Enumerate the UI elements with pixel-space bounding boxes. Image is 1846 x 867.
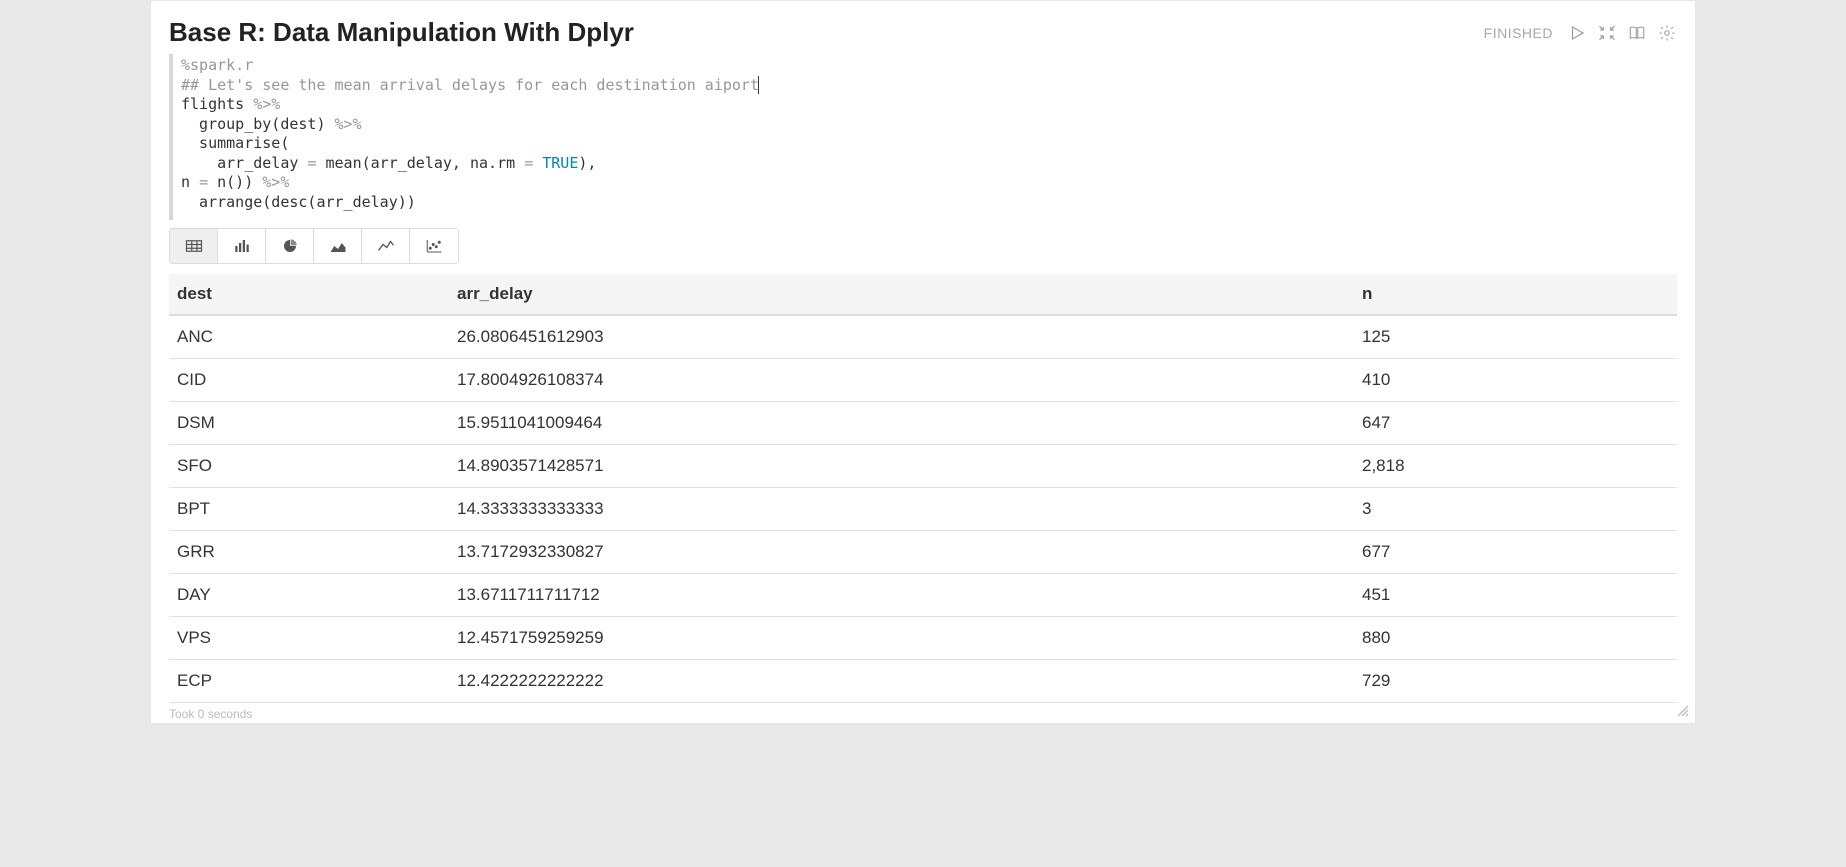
table-header: dest arr_delay n bbox=[169, 274, 1677, 315]
table-row: CID17.8004926108374410 bbox=[169, 359, 1677, 402]
table-row: DSM15.9511041009464647 bbox=[169, 402, 1677, 445]
cell-arr_delay: 17.8004926108374 bbox=[449, 359, 1354, 402]
cell-n: 880 bbox=[1354, 617, 1677, 660]
viz-line-button[interactable] bbox=[362, 229, 410, 263]
cell-arr_delay: 15.9511041009464 bbox=[449, 402, 1354, 445]
collapse-icon[interactable] bbox=[1597, 23, 1617, 43]
cell-n: 2,818 bbox=[1354, 445, 1677, 488]
pipe-operator: %>% bbox=[253, 95, 280, 113]
code-editor[interactable]: %spark.r ## Let's see the mean arrival d… bbox=[169, 54, 1677, 220]
code-line: summarise( bbox=[181, 134, 289, 152]
notebook-paragraph: Base R: Data Manipulation With Dplyr FIN… bbox=[150, 0, 1696, 724]
cell-n: 3 bbox=[1354, 488, 1677, 531]
paragraph-status: FINISHED bbox=[1484, 25, 1553, 41]
cell-arr_delay: 26.0806451612903 bbox=[449, 315, 1354, 359]
result-table: dest arr_delay n ANC26.0806451612903125C… bbox=[169, 274, 1677, 703]
cell-dest: VPS bbox=[169, 617, 449, 660]
cell-dest: ANC bbox=[169, 315, 449, 359]
equals-operator: = bbox=[199, 173, 208, 191]
cell-arr_delay: 13.7172932330827 bbox=[449, 531, 1354, 574]
paragraph-header: Base R: Data Manipulation With Dplyr FIN… bbox=[169, 15, 1677, 54]
cell-n: 451 bbox=[1354, 574, 1677, 617]
pipe-operator: %>% bbox=[335, 115, 362, 133]
viz-table-button[interactable] bbox=[170, 229, 218, 263]
visualization-toolbar bbox=[169, 228, 459, 264]
pipe-operator: %>% bbox=[262, 173, 289, 191]
cell-dest: BPT bbox=[169, 488, 449, 531]
code-line: arr_delay bbox=[181, 154, 307, 172]
table-row: BPT14.33333333333333 bbox=[169, 488, 1677, 531]
table-row: GRR13.7172932330827677 bbox=[169, 531, 1677, 574]
table-row: ECP12.4222222222222729 bbox=[169, 660, 1677, 703]
cell-n: 410 bbox=[1354, 359, 1677, 402]
table-row: DAY13.6711711711712451 bbox=[169, 574, 1677, 617]
cell-n: 677 bbox=[1354, 531, 1677, 574]
column-header-arr-delay[interactable]: arr_delay bbox=[449, 274, 1354, 315]
gear-icon[interactable] bbox=[1657, 23, 1677, 43]
equals-operator: = bbox=[524, 154, 533, 172]
cell-n: 647 bbox=[1354, 402, 1677, 445]
code-line: arrange(desc(arr_delay)) bbox=[181, 193, 416, 211]
cell-dest: ECP bbox=[169, 660, 449, 703]
code-line: flights bbox=[181, 95, 253, 113]
code-interpreter: %spark.r bbox=[181, 56, 253, 74]
paragraph-controls: FINISHED bbox=[1484, 15, 1677, 43]
text-cursor bbox=[758, 76, 759, 94]
cell-dest: SFO bbox=[169, 445, 449, 488]
cell-dest: CID bbox=[169, 359, 449, 402]
code-line: n()) bbox=[208, 173, 262, 191]
viz-scatter-button[interactable] bbox=[410, 229, 458, 263]
cell-dest: DAY bbox=[169, 574, 449, 617]
table-row: ANC26.0806451612903125 bbox=[169, 315, 1677, 359]
cell-arr_delay: 14.8903571428571 bbox=[449, 445, 1354, 488]
table-row: VPS12.4571759259259880 bbox=[169, 617, 1677, 660]
code-line: ), bbox=[578, 154, 596, 172]
viz-bar-button[interactable] bbox=[218, 229, 266, 263]
paragraph-footer: Took 0 seconds bbox=[169, 703, 1677, 723]
resize-handle-icon[interactable] bbox=[1675, 703, 1689, 717]
code-line: n bbox=[181, 173, 199, 191]
paragraph-title: Base R: Data Manipulation With Dplyr bbox=[169, 17, 634, 48]
column-header-n[interactable]: n bbox=[1354, 274, 1677, 315]
code-keyword: TRUE bbox=[542, 154, 578, 172]
column-header-dest[interactable]: dest bbox=[169, 274, 449, 315]
cell-dest: GRR bbox=[169, 531, 449, 574]
table-body: ANC26.0806451612903125CID17.800492610837… bbox=[169, 315, 1677, 703]
viz-area-button[interactable] bbox=[314, 229, 362, 263]
cell-arr_delay: 12.4222222222222 bbox=[449, 660, 1354, 703]
table-row: SFO14.89035714285712,818 bbox=[169, 445, 1677, 488]
run-icon[interactable] bbox=[1567, 23, 1587, 43]
cell-arr_delay: 12.4571759259259 bbox=[449, 617, 1354, 660]
code-line: mean(arr_delay, na.rm bbox=[316, 154, 524, 172]
cell-dest: DSM bbox=[169, 402, 449, 445]
cell-arr_delay: 14.3333333333333 bbox=[449, 488, 1354, 531]
code-line: group_by(dest) bbox=[181, 115, 335, 133]
cell-n: 729 bbox=[1354, 660, 1677, 703]
book-icon[interactable] bbox=[1627, 23, 1647, 43]
cell-n: 125 bbox=[1354, 315, 1677, 359]
code-comment: ## Let's see the mean arrival delays for… bbox=[181, 76, 759, 94]
cell-arr_delay: 13.6711711711712 bbox=[449, 574, 1354, 617]
viz-pie-button[interactable] bbox=[266, 229, 314, 263]
